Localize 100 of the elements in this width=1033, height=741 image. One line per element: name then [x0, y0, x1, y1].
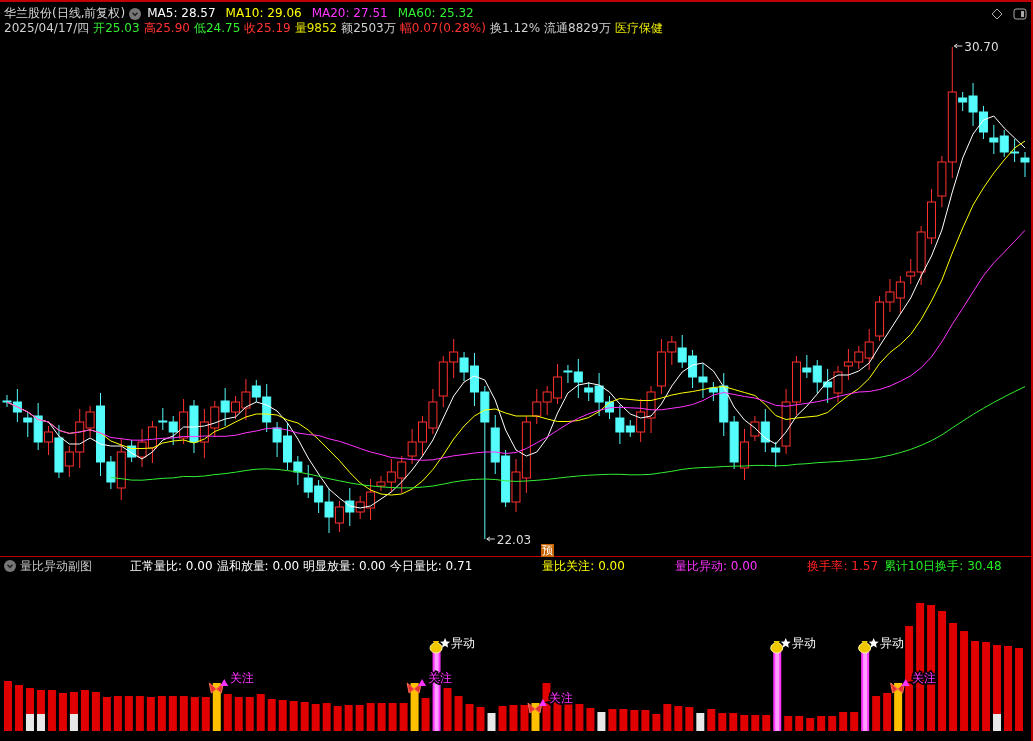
money-bag-icon [858, 641, 872, 654]
volume-bar [245, 697, 254, 731]
candlestick [303, 464, 313, 499]
volume-bar [333, 706, 342, 731]
volume-bar [289, 701, 298, 731]
volume-bar [729, 713, 738, 731]
candlestick [1020, 151, 1030, 178]
volume-bar [366, 703, 375, 731]
volume-bar [454, 696, 463, 731]
volume-bar [421, 698, 430, 731]
volume-bar [674, 706, 683, 731]
volume-bar [597, 712, 606, 731]
volume-bar [476, 707, 485, 731]
volume-bar [652, 714, 661, 731]
volume-bar [520, 705, 529, 731]
indicator-value: 温和放量: 0.00 [216, 558, 300, 574]
candlestick [729, 415, 739, 470]
indicator-value: 累计10日换手: 30.48 [884, 558, 1002, 574]
indicator-value: 今日量比: 0.71 [389, 558, 473, 574]
volume-bar [201, 697, 210, 731]
volume-bar [498, 706, 507, 731]
candlestick [324, 488, 334, 534]
volume-bar [69, 692, 78, 731]
quote-field: 收25.19 [244, 21, 291, 36]
volume-bar [234, 697, 243, 731]
candlestick [189, 399, 199, 454]
candlestick [688, 349, 698, 389]
quote-field: 量9852 [294, 21, 338, 36]
volume-bar [26, 688, 34, 731]
star-icon [440, 638, 451, 648]
panel-toggle-icon[interactable] [1013, 7, 1027, 20]
candlestick [449, 338, 459, 379]
volume-bar [542, 683, 551, 731]
volume-bar [399, 703, 408, 731]
volume-bar [509, 705, 518, 731]
candlestick [438, 355, 448, 408]
volume-bar [696, 713, 705, 731]
volume-bar [146, 697, 155, 731]
volume-bar [311, 704, 320, 731]
volume-bar [685, 707, 694, 731]
indicator-value: 量比关注: 0.00 [542, 558, 625, 574]
volume-bar [157, 696, 166, 731]
candlestick [210, 400, 220, 438]
triangle-icon [539, 699, 547, 706]
candlestick [677, 334, 687, 369]
candlestick [1010, 138, 1020, 163]
volume-bar [113, 696, 122, 731]
candlestick [334, 500, 344, 533]
signal-label: 异动 [791, 636, 816, 650]
volume-bar [300, 702, 309, 731]
volume-bar [124, 696, 133, 731]
candlestick [989, 124, 999, 155]
candlestick [885, 278, 895, 313]
volume-bar [872, 696, 881, 731]
volume-bar [850, 712, 859, 731]
butterfly-icon [406, 682, 422, 694]
volume-bar [575, 704, 584, 731]
signal-label: 异动 [451, 636, 476, 650]
ma-value: MA10: 29.06 [225, 6, 302, 21]
volume-bar [751, 715, 760, 731]
candlestick [823, 368, 833, 404]
triangle-icon [901, 679, 910, 686]
volume-bar [740, 715, 749, 731]
volume-bar [663, 704, 672, 731]
volume-bar [784, 716, 793, 731]
diamond-icon[interactable] [991, 7, 1003, 20]
candlestick [199, 408, 209, 459]
quote-field: 2025/04/17/四 [4, 21, 90, 36]
chevron-circle-icon[interactable] [4, 560, 16, 572]
indicator-value: 正常量比: 0.00 [130, 558, 213, 574]
volume-bar [355, 705, 364, 731]
volume-bar [267, 699, 276, 731]
quote-field: 换1.12% [489, 21, 541, 36]
star-icon [780, 638, 791, 648]
butterfly-icon [890, 682, 906, 694]
ma-value: MA60: 25.32 [397, 6, 474, 21]
candlestick [875, 295, 885, 342]
butterfly-icon [208, 682, 224, 694]
volume-bar [212, 683, 221, 731]
volume-bar [883, 693, 892, 731]
volume-bar [608, 709, 617, 731]
candlestick [833, 365, 843, 403]
volume-bar [707, 709, 716, 731]
chevron-circle-icon[interactable] [129, 7, 142, 20]
volume-bar [388, 703, 397, 731]
volume-bar [36, 690, 45, 731]
candlestick [978, 105, 988, 140]
ma-value: MA5: 28.57 [147, 6, 216, 21]
indicator-value: 明显放量: 0.00 [303, 558, 386, 574]
quote-field: 幅0.07(0.28%) [399, 21, 486, 36]
indicator-title: 量比异动副图 [20, 558, 92, 574]
volume-bar [47, 690, 56, 731]
quote-field: 额2503万 [341, 21, 396, 36]
volume-bar [894, 683, 903, 731]
candlestick [646, 385, 656, 434]
indicator-value: 换手率: 1.57 [807, 558, 879, 574]
candlestick [542, 385, 552, 416]
volume-bar [817, 716, 826, 731]
volume-bar [15, 685, 23, 731]
signal-label: 关注 [230, 671, 255, 685]
